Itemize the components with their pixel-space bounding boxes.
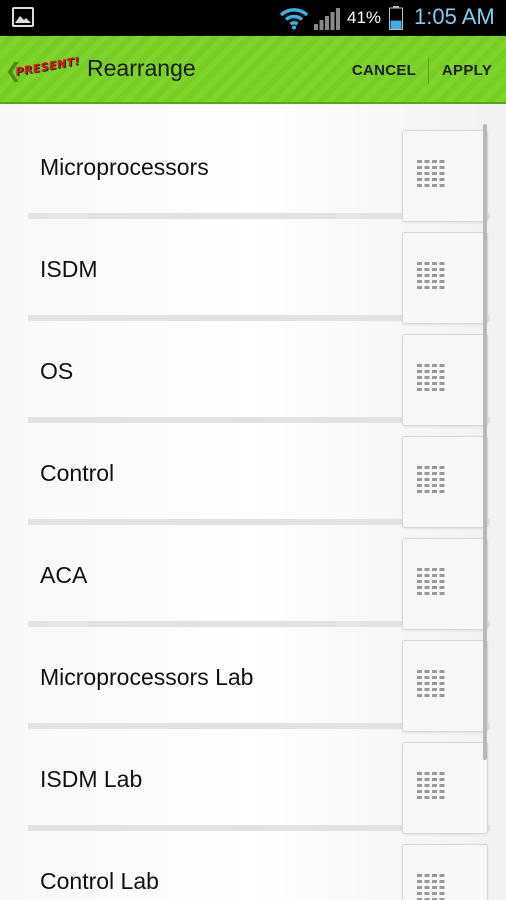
- drag-grip-icon: [417, 670, 445, 697]
- page-title: Rearrange: [87, 55, 196, 81]
- drag-grip-icon: [417, 874, 445, 900]
- list-item[interactable]: Microprocessors: [28, 118, 490, 222]
- drag-grip-icon: [417, 160, 445, 187]
- list-item-label: ACA: [40, 562, 88, 588]
- action-divider: [428, 58, 429, 84]
- list-item[interactable]: Microprocessors Lab: [28, 628, 490, 732]
- list-item-label: Microprocessors: [40, 154, 209, 180]
- app-logo[interactable]: PRESENT!: [14, 54, 80, 78]
- drag-grip-icon: [417, 364, 445, 391]
- action-bar: ❮ PRESENT! Rearrange CANCEL APPLY: [0, 36, 506, 104]
- drag-handle[interactable]: [402, 334, 488, 426]
- drag-grip-icon: [417, 466, 445, 493]
- list-item-label: OS: [40, 358, 74, 384]
- battery-icon: [389, 6, 403, 30]
- drag-grip-icon: [417, 772, 445, 799]
- image-icon: [12, 7, 34, 27]
- list-item-label: ISDM Lab: [40, 766, 143, 792]
- drag-grip-icon: [417, 568, 445, 595]
- status-time: 1:05 AM: [414, 4, 495, 29]
- drag-handle[interactable]: [402, 232, 488, 324]
- drag-handle[interactable]: [402, 436, 488, 528]
- list-item[interactable]: Control Lab: [28, 832, 490, 900]
- drag-handle[interactable]: [402, 538, 488, 630]
- drag-handle[interactable]: [402, 844, 488, 900]
- list-item[interactable]: OS: [28, 322, 490, 426]
- wifi-icon: [279, 8, 309, 30]
- list-item[interactable]: ACA: [28, 526, 490, 630]
- list-item[interactable]: Control: [28, 424, 490, 528]
- status-bar: 41% 1:05 AM: [0, 0, 506, 36]
- signal-icon: [314, 8, 340, 30]
- list-item[interactable]: ISDM Lab: [28, 730, 490, 834]
- rearrange-list[interactable]: Microprocessors ISDM OS Control ACA Micr: [0, 104, 506, 900]
- drag-handle[interactable]: [402, 640, 488, 732]
- list-item-label: Control: [40, 460, 115, 486]
- list-item[interactable]: ISDM: [28, 220, 490, 324]
- apply-button[interactable]: APPLY: [432, 54, 502, 86]
- list-item-label: Control Lab: [40, 868, 159, 894]
- drag-handle[interactable]: [402, 130, 488, 222]
- list-item-label: Microprocessors Lab: [40, 664, 254, 690]
- drag-handle[interactable]: [402, 742, 488, 834]
- scrollbar[interactable]: [483, 124, 487, 760]
- cancel-button[interactable]: CANCEL: [341, 54, 427, 86]
- battery-percent: 41%: [347, 8, 382, 27]
- list-item-label: ISDM: [40, 256, 98, 282]
- drag-grip-icon: [417, 262, 445, 289]
